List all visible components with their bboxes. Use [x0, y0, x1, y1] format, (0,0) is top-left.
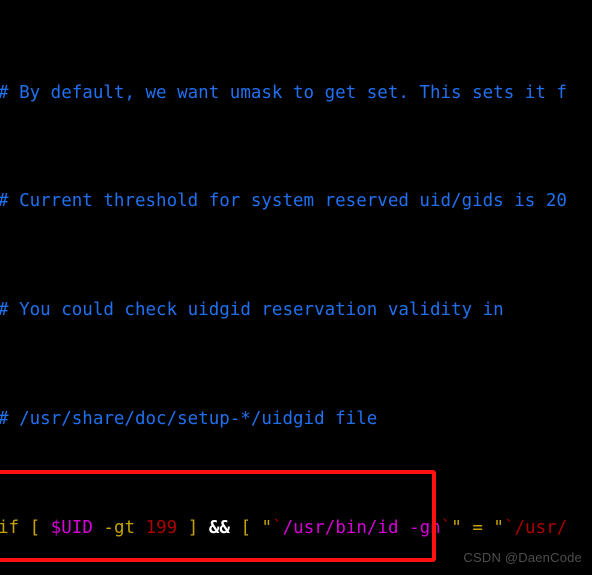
watermark-label: CSDN @DaenCode [463, 550, 582, 565]
code-line: # Current threshold for system reserved … [0, 188, 592, 215]
code-line-if-uid: if [ $UID -gt 199 ] && [ "`/usr/bin/id -… [0, 517, 568, 538]
code-content[interactable]: # By default, we want umask to get set. … [0, 0, 592, 575]
code-line: # You could check uidgid reservation val… [0, 297, 592, 324]
comment-text: # You could check uidgid reservation val… [0, 300, 504, 321]
comment-text: # /usr/share/doc/setup-*/uidgid file [0, 409, 378, 429]
code-line: # /usr/share/doc/setup-*/uidgid file [0, 406, 592, 433]
terminal-window[interactable]: # By default, we want umask to get set. … [0, 0, 592, 575]
comment-text: # By default, we want umask to get set. … [0, 82, 567, 103]
code-line: # By default, we want umask to get set. … [0, 80, 592, 107]
comment-text: # Current threshold for system reserved … [0, 191, 567, 212]
